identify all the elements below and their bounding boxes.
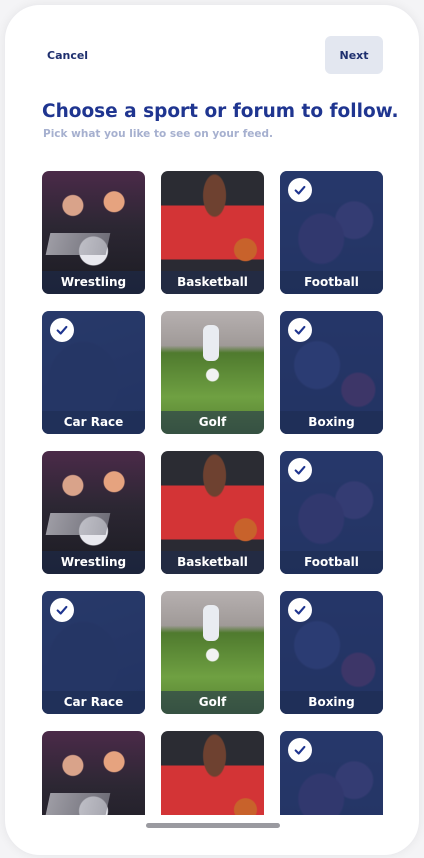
sport-tile-football[interactable]: Football: [280, 451, 383, 574]
check-circle-icon: [50, 318, 74, 342]
tile-label: Basketball: [177, 275, 248, 289]
sport-grid: Wrestling Basketball Football Car Race Golf B…: [42, 171, 392, 815]
sport-tile-wrestling[interactable]: Wrestling: [42, 171, 145, 294]
sport-tile-carrace[interactable]: Car Race: [42, 311, 145, 434]
page-subtitle: Pick what you like to see on your feed.: [43, 128, 274, 140]
cancel-button[interactable]: Cancel: [47, 49, 88, 62]
tile-label: Wrestling: [60, 275, 127, 289]
tile-label: Basketball: [177, 555, 248, 569]
tile-label: Football: [304, 275, 359, 289]
sport-tile-golf[interactable]: Golf: [161, 311, 264, 434]
sport-tile-football[interactable]: [280, 731, 383, 815]
check-circle-icon: [288, 178, 312, 202]
check-circle-icon: [288, 738, 312, 762]
sport-tile-football[interactable]: Football: [280, 171, 383, 294]
page-title: Choose a sport or forum to follow.: [42, 101, 399, 122]
tile-label: Car Race: [63, 415, 124, 429]
home-indicator: [146, 823, 280, 828]
sport-tile-carrace[interactable]: Car Race: [42, 591, 145, 714]
check-circle-icon: [288, 458, 312, 482]
tile-label: Football: [304, 555, 359, 569]
sport-tile-basketball[interactable]: [161, 731, 264, 815]
basketball-image: [161, 731, 264, 815]
next-button[interactable]: Next: [325, 36, 383, 74]
phone-frame: Cancel Next Choose a sport or forum to f…: [4, 4, 420, 856]
wrestling-image: [42, 731, 145, 815]
sport-tile-basketball[interactable]: Basketball: [161, 451, 264, 574]
check-circle-icon: [288, 598, 312, 622]
sport-tile-boxing[interactable]: Boxing: [280, 591, 383, 714]
tile-label: Boxing: [308, 415, 355, 429]
tile-label: Golf: [198, 415, 227, 429]
check-circle-icon: [288, 318, 312, 342]
tile-label: Golf: [198, 695, 227, 709]
sport-tile-basketball[interactable]: Basketball: [161, 171, 264, 294]
check-circle-icon: [50, 598, 74, 622]
sport-tile-golf[interactable]: Golf: [161, 591, 264, 714]
sport-tile-wrestling[interactable]: [42, 731, 145, 815]
tile-label: Wrestling: [60, 555, 127, 569]
tile-label: Boxing: [308, 695, 355, 709]
sport-tile-boxing[interactable]: Boxing: [280, 311, 383, 434]
sport-tile-wrestling[interactable]: Wrestling: [42, 451, 145, 574]
tile-label: Car Race: [63, 695, 124, 709]
